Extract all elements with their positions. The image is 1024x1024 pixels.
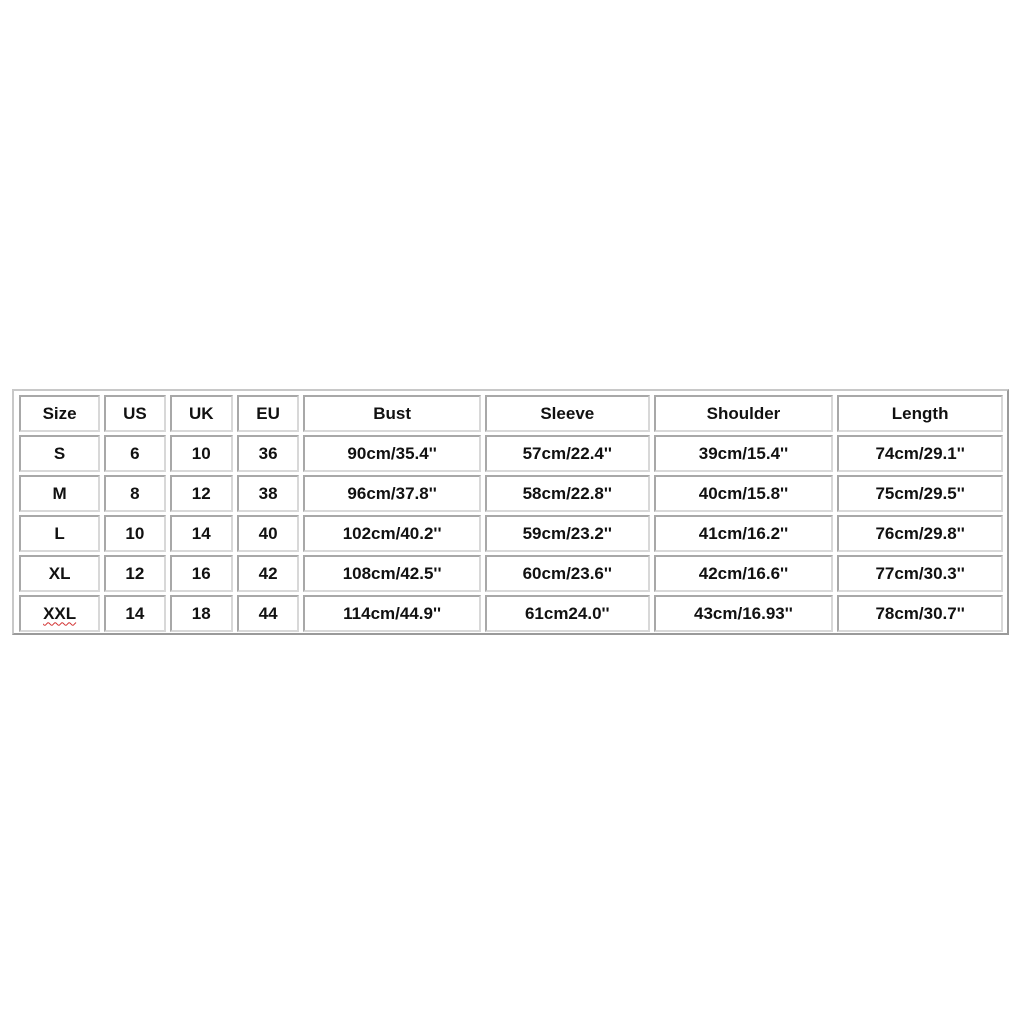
cell-uk: 12 — [169, 475, 233, 512]
cell-bust: 90cm/35.4'' — [303, 435, 481, 472]
size-chart: Size US UK EU Bust Sleeve Shoulder Lengt… — [12, 389, 1009, 635]
header-row: Size US UK EU Bust Sleeve Shoulder Lengt… — [19, 395, 1003, 432]
cell-uk: 18 — [169, 595, 233, 632]
spellcheck-flagged-text: XXL — [43, 603, 77, 623]
cell-shoulder: 41cm/16.2'' — [653, 515, 834, 552]
cell-shoulder: 43cm/16.93'' — [653, 595, 834, 632]
cell-eu: 44 — [236, 595, 300, 632]
header-length: Length — [837, 395, 1003, 432]
header-uk: UK — [169, 395, 233, 432]
cell-shoulder: 39cm/15.4'' — [653, 435, 834, 472]
cell-sleeve: 58cm/22.8'' — [484, 475, 650, 512]
cell-eu: 36 — [236, 435, 300, 472]
cell-size: XL — [19, 555, 101, 592]
size-chart-table: Size US UK EU Bust Sleeve Shoulder Lengt… — [15, 392, 1007, 635]
cell-sleeve: 57cm/22.4'' — [484, 435, 650, 472]
header-eu: EU — [236, 395, 300, 432]
cell-sleeve: 60cm/23.6'' — [484, 555, 650, 592]
cell-us: 14 — [104, 595, 166, 632]
cell-eu: 42 — [236, 555, 300, 592]
cell-uk: 14 — [169, 515, 233, 552]
table-row: XXL 14 18 44 114cm/44.9'' 61cm24.0'' 43c… — [19, 595, 1003, 632]
cell-length: 77cm/30.3'' — [837, 555, 1003, 592]
table-row: L 10 14 40 102cm/40.2'' 59cm/23.2'' 41cm… — [19, 515, 1003, 552]
table-row: M 8 12 38 96cm/37.8'' 58cm/22.8'' 40cm/1… — [19, 475, 1003, 512]
cell-bust: 114cm/44.9'' — [303, 595, 481, 632]
cell-shoulder: 40cm/15.8'' — [653, 475, 834, 512]
header-size: Size — [19, 395, 101, 432]
header-us: US — [104, 395, 166, 432]
cell-sleeve: 61cm24.0'' — [484, 595, 650, 632]
cell-size: L — [19, 515, 101, 552]
cell-us: 10 — [104, 515, 166, 552]
cell-bust: 108cm/42.5'' — [303, 555, 481, 592]
cell-size: XXL — [19, 595, 101, 632]
table-row: S 6 10 36 90cm/35.4'' 57cm/22.4'' 39cm/1… — [19, 435, 1003, 472]
cell-shoulder: 42cm/16.6'' — [653, 555, 834, 592]
cell-us: 12 — [104, 555, 166, 592]
header-sleeve: Sleeve — [484, 395, 650, 432]
cell-eu: 38 — [236, 475, 300, 512]
cell-eu: 40 — [236, 515, 300, 552]
table-row: XL 12 16 42 108cm/42.5'' 60cm/23.6'' 42c… — [19, 555, 1003, 592]
header-bust: Bust — [303, 395, 481, 432]
cell-uk: 16 — [169, 555, 233, 592]
cell-sleeve: 59cm/23.2'' — [484, 515, 650, 552]
cell-uk: 10 — [169, 435, 233, 472]
cell-bust: 96cm/37.8'' — [303, 475, 481, 512]
cell-us: 6 — [104, 435, 166, 472]
header-shoulder: Shoulder — [653, 395, 834, 432]
cell-length: 78cm/30.7'' — [837, 595, 1003, 632]
cell-length: 75cm/29.5'' — [837, 475, 1003, 512]
cell-length: 74cm/29.1'' — [837, 435, 1003, 472]
cell-us: 8 — [104, 475, 166, 512]
cell-length: 76cm/29.8'' — [837, 515, 1003, 552]
cell-size: M — [19, 475, 101, 512]
cell-size: S — [19, 435, 101, 472]
cell-bust: 102cm/40.2'' — [303, 515, 481, 552]
